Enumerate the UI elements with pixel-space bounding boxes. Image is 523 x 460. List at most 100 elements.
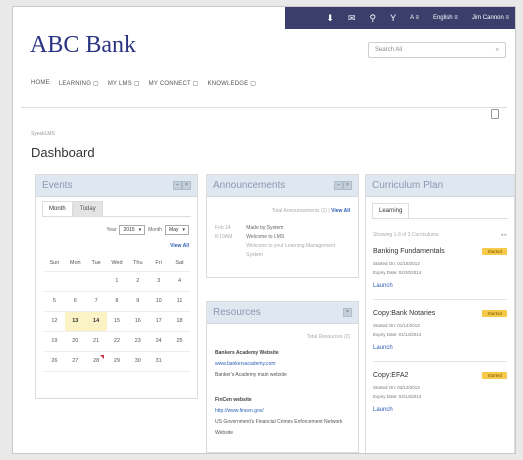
search-icon[interactable]: ⌕ <box>496 47 499 54</box>
curriculum-expiry: Expiry Date: 02/20/2014 <box>373 270 422 275</box>
curriculum-started: Started On: 03/13/2013 <box>373 385 420 390</box>
calendar-day[interactable]: 20 <box>64 331 86 352</box>
curriculum-tabs: Learning <box>366 197 514 218</box>
pager-arrows-icon[interactable]: ◂ ▸ <box>501 232 507 238</box>
close-icon[interactable]: × <box>343 181 352 190</box>
events-header: Events – × <box>36 175 197 197</box>
calendar-day[interactable]: 15 <box>106 311 128 332</box>
user-menu[interactable]: Jim Cannon ≡ <box>472 15 509 21</box>
curriculum-started: Started On: 01/14/2013 <box>373 323 420 328</box>
curriculum-item: Copy:EFA2 Started Started On: 03/13/2013… <box>366 372 514 413</box>
calendar-day[interactable]: 8 <box>106 291 128 312</box>
nav-item-my-lms[interactable]: MY LMS ▢ <box>108 80 140 87</box>
status-badge: Started <box>482 310 507 317</box>
calendar-day[interactable]: 24 <box>148 331 170 352</box>
collapse-icon[interactable]: – <box>173 181 182 190</box>
curriculum-expiry: Expiry Date: 04/14/2014 <box>373 394 422 399</box>
calendar-day[interactable]: 16 <box>127 311 149 332</box>
calendar-day[interactable]: 21 <box>85 331 107 352</box>
curriculum-name[interactable]: Copy:Bank Notaries <box>373 310 435 317</box>
announcements-view-all-link[interactable]: View All <box>331 208 350 214</box>
announcement-date-day: Feb 14 <box>215 225 231 231</box>
calendar-day[interactable]: 22 <box>106 331 128 352</box>
language-menu[interactable]: English ≡ <box>433 15 458 21</box>
tab-today[interactable]: Today <box>72 201 103 216</box>
status-badge: Started <box>482 372 507 379</box>
calendar-day[interactable]: 12 <box>44 311 65 332</box>
calendar-day[interactable]: 27 <box>64 351 86 372</box>
events-tabs: Month Today <box>36 197 197 216</box>
download-icon[interactable]: ⬇ <box>326 13 334 23</box>
calendar-day[interactable]: 18 <box>169 311 190 332</box>
calendar-day[interactable]: 19 <box>44 331 65 352</box>
calendar-day-event[interactable]: 28 <box>85 351 107 372</box>
calendar-day[interactable]: 23 <box>127 331 149 352</box>
events-title: Events <box>42 180 73 191</box>
close-icon[interactable]: × <box>182 181 191 190</box>
calendar-day[interactable]: 9 <box>127 291 149 312</box>
nav-item-knowledge[interactable]: KNOWLEDGE ▢ <box>208 80 257 87</box>
resources-count: Total Resources (2) <box>306 334 350 340</box>
resource-link[interactable]: www.bankersacademy.com <box>215 359 350 370</box>
breadcrumb[interactable]: SyeskLMS <box>31 131 55 137</box>
close-icon[interactable]: × <box>343 308 352 317</box>
item-divider <box>373 361 507 362</box>
calendar-day[interactable]: 6 <box>64 291 86 312</box>
year-value: 2015 <box>123 227 135 233</box>
year-select[interactable]: 2015 ▾ <box>119 225 146 235</box>
calendar-day[interactable]: 4 <box>169 271 190 292</box>
launch-button[interactable]: Launch <box>373 283 507 289</box>
announcements-count: Total Announcements (1) <box>271 208 328 214</box>
nav-item-learning[interactable]: LEARNING ▢ <box>59 80 99 87</box>
curriculum-item: Copy:Bank Notaries Started Started On: 0… <box>366 310 514 351</box>
announcement-date-time: 8:19AM <box>215 234 233 240</box>
pin-icon[interactable] <box>491 109 499 119</box>
calendar-day-highlighted[interactable]: 14 <box>85 311 107 332</box>
signal-icon[interactable]: Y <box>390 13 396 23</box>
search-placeholder: Search All <box>375 47 403 53</box>
year-label: Year <box>106 227 117 233</box>
announcements-summary: Total Announcements (1) | View All <box>271 208 350 214</box>
main-nav: HOME LEARNING ▢ MY LMS ▢ MY CONNECT ▢ KN… <box>31 80 256 87</box>
nav-item-my-connect[interactable]: MY CONNECT ▢ <box>149 80 199 87</box>
announcement-item[interactable]: Feb 14 8:19AM Made by System Welcome to … <box>207 214 358 260</box>
font-size-menu[interactable]: A ≡ <box>410 15 419 21</box>
chat-icon[interactable]: ✉ <box>348 13 356 23</box>
calendar-day[interactable]: 17 <box>148 311 170 332</box>
curriculum-panel: Curriculum Plan Learning Showing 1-3 of … <box>365 174 515 453</box>
resource-name: Bankers Academy Website <box>215 350 279 356</box>
month-label: Month <box>148 227 163 233</box>
calendar-day[interactable]: 25 <box>169 331 190 352</box>
tab-learning[interactable]: Learning <box>372 203 410 218</box>
calendar-day[interactable]: 1 <box>106 271 128 292</box>
calendar-day[interactable]: 31 <box>148 351 170 372</box>
calendar-day[interactable]: 26 <box>44 351 65 372</box>
resources-list: Bankers Academy Website www.bankersacade… <box>207 340 358 439</box>
launch-button[interactable]: Launch <box>373 345 507 351</box>
curriculum-started: Started On: 01/16/2013 <box>373 261 420 266</box>
events-view-all-link[interactable]: View All <box>36 235 197 249</box>
people-icon[interactable]: ⚲ <box>370 13 377 23</box>
calendar-day[interactable]: 29 <box>106 351 128 372</box>
calendar-day[interactable]: 3 <box>148 271 170 292</box>
nav-item-home[interactable]: HOME <box>31 80 50 87</box>
month-select[interactable]: May ▾ <box>165 225 189 235</box>
calendar-day[interactable]: 10 <box>148 291 170 312</box>
brand-logo[interactable]: ABC Bank <box>30 32 136 59</box>
calendar-day[interactable]: 5 <box>44 291 65 312</box>
curriculum-name[interactable]: Banking Fundamentals <box>373 248 445 255</box>
calendar-day[interactable]: 2 <box>127 271 149 292</box>
curriculum-name[interactable]: Copy:EFA2 <box>373 372 408 379</box>
resource-link[interactable]: http://www.fincen.gov/ <box>215 406 350 417</box>
calendar-day-today[interactable]: 13 <box>64 311 86 332</box>
tab-month[interactable]: Month <box>42 201 73 216</box>
search-input[interactable]: Search All ⌕ <box>368 42 506 58</box>
calendar-day[interactable]: 11 <box>169 291 190 312</box>
calendar-day[interactable]: 30 <box>127 351 149 372</box>
launch-button[interactable]: Launch <box>373 407 507 413</box>
calendar-day[interactable]: 7 <box>85 291 107 312</box>
announcement-date: Feb 14 8:19AM <box>215 224 240 260</box>
calendar-day <box>64 271 86 292</box>
collapse-icon[interactable]: – <box>334 181 343 190</box>
